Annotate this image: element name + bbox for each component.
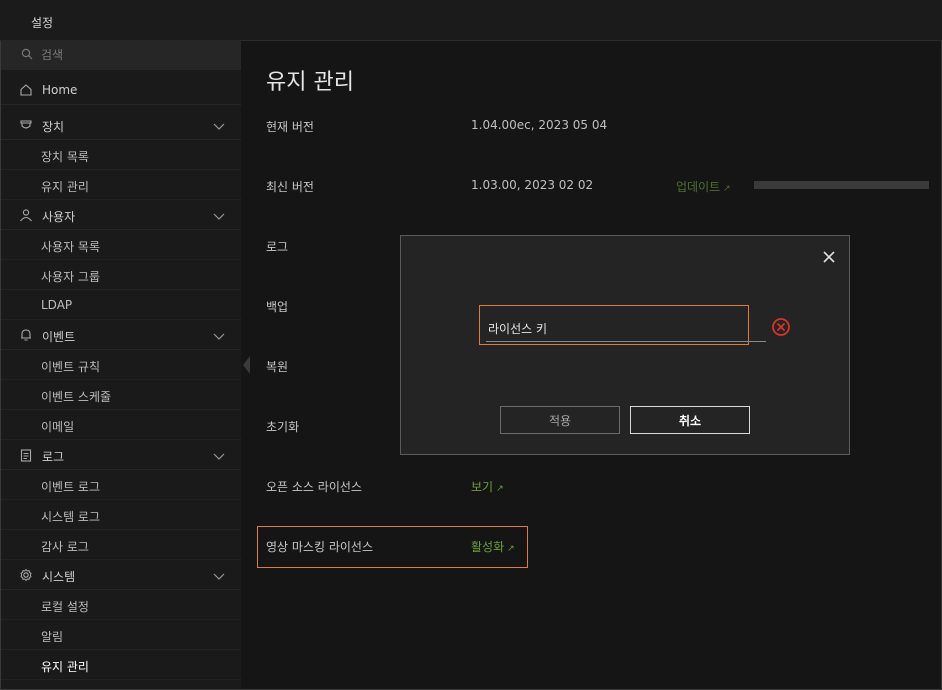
sidebar-item-user-list[interactable]: 사용자 목록	[1, 230, 241, 260]
sidebar-item-home[interactable]: Home	[1, 75, 241, 105]
search-input[interactable]	[41, 45, 221, 65]
sidebar-item-event-schedule[interactable]: 이벤트 스케줄	[1, 380, 241, 410]
cancel-button[interactable]: 취소	[630, 406, 750, 434]
sidebar-item-label: 유지 관리	[41, 180, 89, 194]
video-masking-activate-label: 활성화	[471, 540, 505, 554]
sidebar-item-label: 이벤트 규칙	[41, 360, 101, 374]
reset-label: 초기화	[266, 420, 300, 434]
license-key-dialog: 적용 취소	[400, 235, 850, 455]
device-icon	[19, 118, 33, 135]
oss-license-view-link[interactable]: 보기 ↗	[471, 478, 504, 495]
oss-license-view-label: 보기	[471, 480, 494, 494]
sidebar-collapse-handle[interactable]	[243, 356, 250, 374]
chevron-down-icon[interactable]	[213, 330, 225, 344]
sidebar-group-log[interactable]: 로그	[1, 440, 241, 470]
oss-license-label: 오픈 소스 라이선스	[266, 480, 362, 494]
chevron-down-icon[interactable]	[213, 570, 225, 584]
chevron-down-icon[interactable]	[213, 450, 225, 464]
backup-label: 백업	[266, 300, 289, 314]
chevron-down-icon[interactable]	[213, 120, 225, 134]
external-link-icon: ↗	[496, 484, 504, 494]
current-version-label: 현재 버전	[266, 120, 314, 134]
latest-version-label: 최신 버전	[266, 180, 314, 194]
sidebar-item-event-rules[interactable]: 이벤트 규칙	[1, 350, 241, 380]
sidebar-item-event-log[interactable]: 이벤트 로그	[1, 470, 241, 500]
sidebar-item-label: 이메일	[41, 420, 75, 434]
sidebar-item-user-group[interactable]: 사용자 그룹	[1, 260, 241, 290]
sidebar-group-user[interactable]: 사용자	[1, 200, 241, 230]
sidebar-item-email[interactable]: 이메일	[1, 410, 241, 440]
window-title: 설정	[31, 16, 54, 30]
clipboard-icon	[19, 448, 33, 465]
sidebar-group-label: 시스템	[42, 570, 76, 584]
sidebar-group-label: 장치	[42, 120, 65, 134]
sidebar-item-label: Home	[42, 83, 78, 97]
sidebar: Home 장치 장치 목록 유지 관리 사용자 사용자 목록 사용자 그룹 LD…	[1, 40, 241, 689]
sidebar-item-label: 알림	[41, 630, 64, 644]
sidebar-item-label: LDAP	[41, 298, 73, 312]
sidebar-item-label: 사용자 목록	[41, 240, 101, 254]
sidebar-group-system[interactable]: 시스템	[1, 560, 241, 590]
sidebar-item-notifications[interactable]: 알림	[1, 620, 241, 650]
chevron-down-icon[interactable]	[213, 210, 225, 224]
bell-icon	[19, 328, 33, 345]
restore-label: 복원	[266, 360, 289, 374]
sidebar-item-system-log[interactable]: 시스템 로그	[1, 500, 241, 530]
sidebar-group-device[interactable]: 장치	[1, 110, 241, 140]
sidebar-item-device-list[interactable]: 장치 목록	[1, 140, 241, 170]
search-icon	[21, 48, 33, 63]
sidebar-item-ldap[interactable]: LDAP	[1, 290, 241, 320]
close-icon[interactable]	[820, 248, 838, 266]
video-masking-activate-link[interactable]: 활성화 ↗	[471, 538, 515, 555]
sidebar-group-label: 이벤트	[42, 330, 76, 344]
sidebar-item-label: 이벤트 로그	[41, 480, 101, 494]
sidebar-item-label: 로컬 설정	[41, 600, 89, 614]
external-link-icon: ↗	[723, 184, 731, 194]
sidebar-group-label: 사용자	[42, 210, 76, 224]
title-bar: 설정	[0, 0, 942, 41]
sidebar-item-label: 사용자 그룹	[41, 270, 101, 284]
home-icon	[19, 83, 33, 100]
sidebar-item-system-maintenance[interactable]: 유지 관리	[1, 650, 241, 680]
sidebar-item-audit-log[interactable]: 감사 로그	[1, 530, 241, 560]
sidebar-group-label: 로그	[42, 450, 65, 464]
update-link[interactable]: 업데이트 ↗	[676, 178, 731, 195]
update-link-label: 업데이트	[676, 180, 721, 194]
apply-button[interactable]: 적용	[500, 406, 620, 434]
sidebar-item-label: 이벤트 스케줄	[41, 390, 112, 404]
update-progress-bar	[754, 181, 929, 189]
user-icon	[19, 208, 33, 225]
license-key-input[interactable]	[486, 316, 766, 342]
video-masking-license-label: 영상 마스킹 라이선스	[266, 540, 373, 554]
current-version-value: 1.04.00ec, 2023 05 04	[471, 118, 608, 132]
external-link-icon: ↗	[507, 544, 515, 554]
sidebar-item-local-settings[interactable]: 로컬 설정	[1, 590, 241, 620]
search-bar	[1, 40, 241, 70]
sidebar-item-label: 유지 관리	[41, 660, 89, 674]
sidebar-item-label: 감사 로그	[41, 540, 89, 554]
latest-version-value: 1.03.00, 2023 02 02	[471, 178, 594, 192]
gear-icon	[19, 568, 33, 585]
sidebar-item-label: 장치 목록	[41, 150, 89, 164]
sidebar-item-label: 시스템 로그	[41, 510, 101, 524]
sidebar-item-device-maintenance[interactable]: 유지 관리	[1, 170, 241, 200]
clear-input-icon[interactable]	[771, 317, 791, 337]
page-title: 유지 관리	[266, 70, 354, 95]
log-label: 로그	[266, 240, 289, 254]
sidebar-group-event[interactable]: 이벤트	[1, 320, 241, 350]
